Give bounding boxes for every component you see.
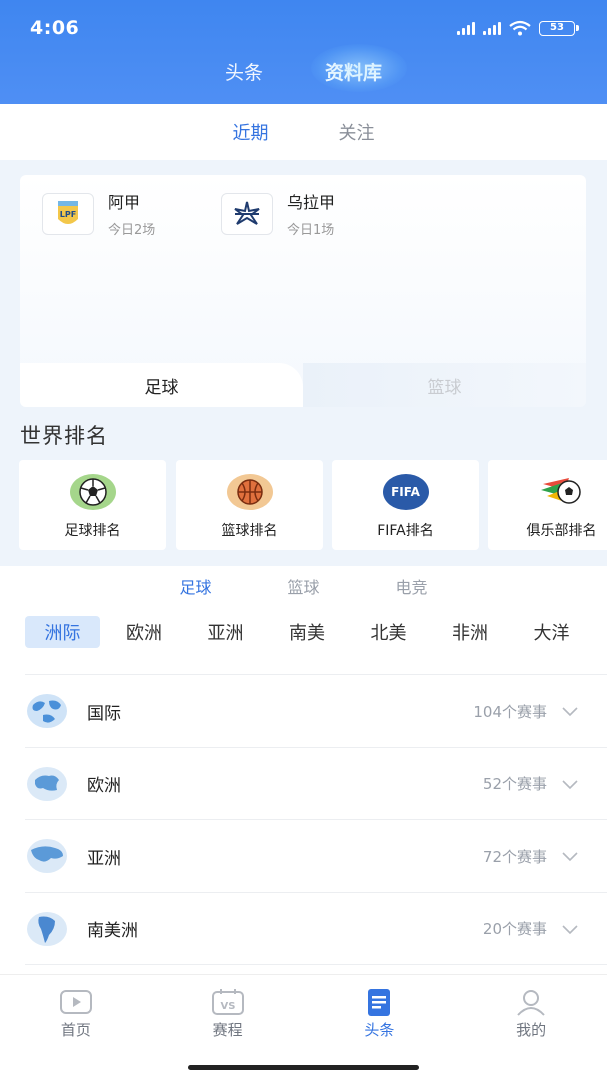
competition-name: 亚洲 [87, 848, 121, 869]
competition-count: 72个赛事 [482, 847, 547, 866]
tab-recent[interactable]: 近期 [233, 119, 269, 145]
league-today-count: 今日1场 [287, 223, 335, 238]
club-ball-icon [539, 474, 585, 510]
battery-icon: 53 [539, 20, 579, 36]
section-title-world-ranking: 世界排名 [20, 424, 108, 448]
competition-list: 国际 104个赛事 欧洲 52个赛事 亚洲 72个赛事 南美洲 20个赛事 [0, 675, 607, 965]
chevron-down-icon [562, 852, 578, 862]
basketball-icon [226, 474, 273, 510]
lpf-logo-icon: LPF [42, 192, 94, 235]
chevron-down-icon [562, 925, 578, 934]
signal-icon [457, 21, 475, 35]
tab-database[interactable]: 资料库 [310, 44, 408, 92]
tab-category-esports[interactable]: 电竞 [396, 574, 428, 598]
sub-tabs: 近期 关注 [0, 104, 607, 160]
competition-row-south-america[interactable]: 南美洲 20个赛事 [0, 893, 607, 966]
competition-count: 20个赛事 [482, 920, 547, 939]
nav-home[interactable]: 首页 [0, 975, 152, 1049]
status-bar: 4:06 53 [30, 14, 579, 42]
region-chip-south-america[interactable]: 南美 [270, 616, 345, 648]
nav-label: 我的 [516, 1021, 547, 1039]
nav-label: 首页 [60, 1021, 91, 1039]
region-chip-intercontinental[interactable]: 洲际 [25, 616, 100, 648]
nav-schedule[interactable]: VS 赛程 [152, 975, 304, 1049]
europe-map-icon [27, 766, 67, 801]
competition-name: 南美洲 [87, 921, 138, 942]
ranking-football[interactable]: 足球排名 [19, 460, 166, 550]
region-chip-africa[interactable]: 非洲 [433, 616, 508, 648]
status-time: 4:06 [30, 17, 80, 39]
region-chip-oceania[interactable]: 大洋 [514, 616, 589, 648]
wifi-icon [509, 20, 531, 36]
ranking-fifa[interactable]: FIFA FIFA排名 [332, 460, 479, 550]
signal-icon [483, 21, 501, 35]
league-card: LPF 阿甲 今日2场 乌拉甲 今日1场 足球 篮球 [20, 175, 586, 407]
fifa-logo-icon: FIFA [382, 474, 429, 510]
competition-row-europe[interactable]: 欧洲 52个赛事 [0, 748, 607, 821]
ranking-label: 俱乐部排名 [526, 523, 597, 539]
south-america-map-icon [27, 911, 67, 946]
tab-category-basketball[interactable]: 篮球 [287, 574, 319, 598]
uruguay-league-logo-icon [221, 192, 273, 235]
region-chip-north-america[interactable]: 北美 [351, 616, 426, 648]
sport-tabs: 足球 篮球 [20, 363, 586, 407]
nav-profile[interactable]: 我的 [455, 975, 607, 1049]
competition-row-asia[interactable]: 亚洲 72个赛事 [0, 820, 607, 893]
chevron-down-icon [562, 780, 578, 789]
profile-icon [517, 990, 545, 1016]
nav-label: 赛程 [212, 1021, 243, 1039]
region-chip-europe[interactable]: 欧洲 [107, 616, 182, 648]
soccer-ball-icon [69, 474, 116, 510]
competition-count: 52个赛事 [482, 775, 547, 794]
tab-category-football[interactable]: 足球 [179, 574, 211, 598]
asia-map-icon [27, 839, 67, 874]
league-item-uruguay[interactable]: 乌拉甲 今日1场 [221, 189, 335, 238]
ranking-label: FIFA排名 [377, 523, 434, 539]
nav-label: 头条 [364, 1021, 395, 1039]
ranking-club[interactable]: 俱乐部排名 [488, 460, 607, 550]
globe-icon [27, 694, 67, 729]
ranking-basketball[interactable]: 篮球排名 [176, 460, 323, 550]
category-tabs: 足球 篮球 电竞 [0, 574, 607, 598]
play-tv-icon [59, 990, 92, 1014]
news-document-icon [368, 989, 391, 1016]
svg-text:LPF: LPF [60, 210, 76, 219]
competition-row-international[interactable]: 国际 104个赛事 [0, 675, 607, 748]
league-name: 乌拉甲 [287, 193, 336, 212]
league-today-count: 今日2场 [108, 223, 156, 238]
nav-headlines[interactable]: 头条 [304, 975, 456, 1049]
home-indicator [188, 1065, 419, 1070]
competition-name: 国际 [87, 703, 121, 724]
ranking-label: 足球排名 [64, 523, 121, 539]
tab-basketball[interactable]: 篮球 [303, 363, 586, 407]
vs-schedule-icon: VS [211, 989, 244, 1015]
competition-count: 104个赛事 [473, 702, 547, 721]
competition-name: 欧洲 [87, 776, 121, 797]
league-name: 阿甲 [108, 193, 141, 212]
region-filter: 洲际 欧洲 亚洲 南美 北美 非洲 大洋 [25, 616, 596, 648]
app-header: 4:06 53 头条 资料库 [0, 0, 607, 104]
chevron-down-icon [562, 707, 578, 717]
bottom-nav: 首页 VS 赛程 头条 我的 [0, 974, 607, 1080]
region-chip-asia[interactable]: 亚洲 [188, 616, 263, 648]
league-item-argentina[interactable]: LPF 阿甲 今日2场 [42, 189, 155, 238]
top-tabs: 头条 资料库 [0, 44, 607, 92]
ranking-label: 篮球排名 [221, 523, 278, 539]
ranking-row: 足球排名 篮球排名 FIFA FIFA排名 俱乐部排名 [19, 460, 607, 550]
status-icons: 53 [457, 20, 579, 36]
tab-headlines[interactable]: 头条 [225, 58, 263, 85]
svg-text:VS: VS [220, 1001, 235, 1012]
tab-following[interactable]: 关注 [339, 119, 375, 145]
tab-football[interactable]: 足球 [20, 363, 303, 407]
